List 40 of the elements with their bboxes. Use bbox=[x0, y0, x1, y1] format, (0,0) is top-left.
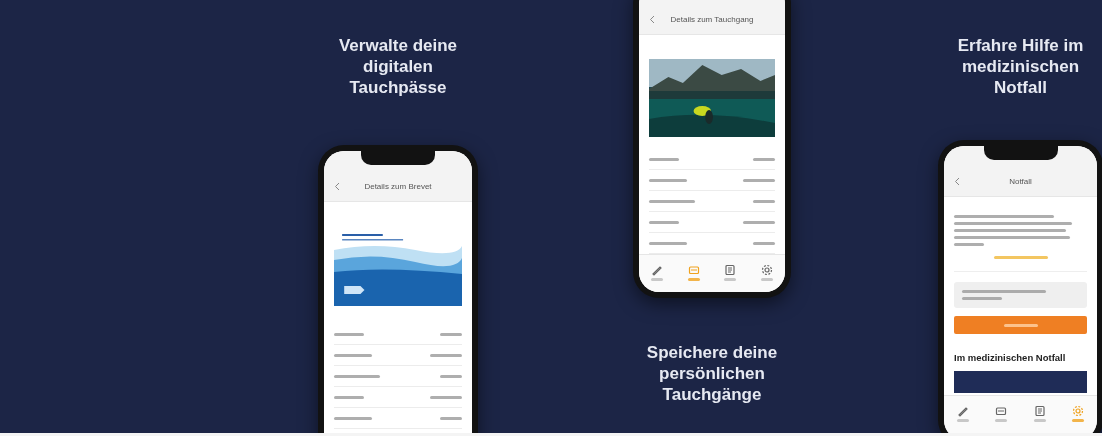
settings-icon bbox=[760, 263, 773, 276]
blurred-label bbox=[334, 374, 380, 378]
tab[interactable] bbox=[724, 263, 737, 281]
blurred-value bbox=[440, 416, 462, 420]
blurred-value bbox=[753, 199, 775, 203]
caption: Erfahre Hilfe im medizinischen Notfall bbox=[956, 35, 1085, 98]
screen-title: Details zum Brevet bbox=[363, 181, 433, 191]
book-icon bbox=[724, 263, 737, 276]
blurred-label bbox=[649, 220, 679, 224]
section-heading: Im medizinischen Notfall bbox=[954, 352, 1067, 363]
book-icon bbox=[1033, 404, 1046, 417]
screen-title: Notfall bbox=[1008, 176, 1033, 186]
caption: Verwalte deine digitalen Tauchpässe bbox=[337, 35, 459, 98]
tab[interactable] bbox=[1033, 404, 1046, 422]
tab[interactable] bbox=[760, 263, 773, 281]
caption: Speichere deine persönlichen Tauchgänge bbox=[645, 342, 779, 405]
blurred-value bbox=[430, 353, 462, 357]
blurred-value bbox=[753, 157, 775, 161]
settings-icon bbox=[1071, 404, 1084, 417]
blurred-label bbox=[334, 353, 372, 357]
blurred-label bbox=[649, 241, 687, 245]
blurred-value bbox=[753, 241, 775, 245]
blurred-value bbox=[440, 332, 462, 336]
back-icon[interactable] bbox=[649, 14, 655, 24]
blurred-label bbox=[334, 332, 364, 336]
blurred-value bbox=[440, 374, 462, 378]
blurred-value bbox=[743, 178, 775, 182]
blurred-label bbox=[334, 395, 364, 399]
blurred-label bbox=[649, 157, 679, 161]
card-icon bbox=[995, 404, 1008, 417]
blurred-value bbox=[430, 395, 462, 399]
blurred-label bbox=[334, 416, 372, 420]
tab[interactable] bbox=[995, 404, 1008, 422]
blurred-label bbox=[649, 199, 695, 203]
card-icon bbox=[687, 263, 700, 276]
blurred-value bbox=[743, 220, 775, 224]
back-icon[interactable] bbox=[334, 181, 340, 191]
blurred-label bbox=[649, 178, 687, 182]
screen-title: Details zum Tauchgang bbox=[669, 14, 755, 24]
back-icon[interactable] bbox=[954, 176, 960, 186]
